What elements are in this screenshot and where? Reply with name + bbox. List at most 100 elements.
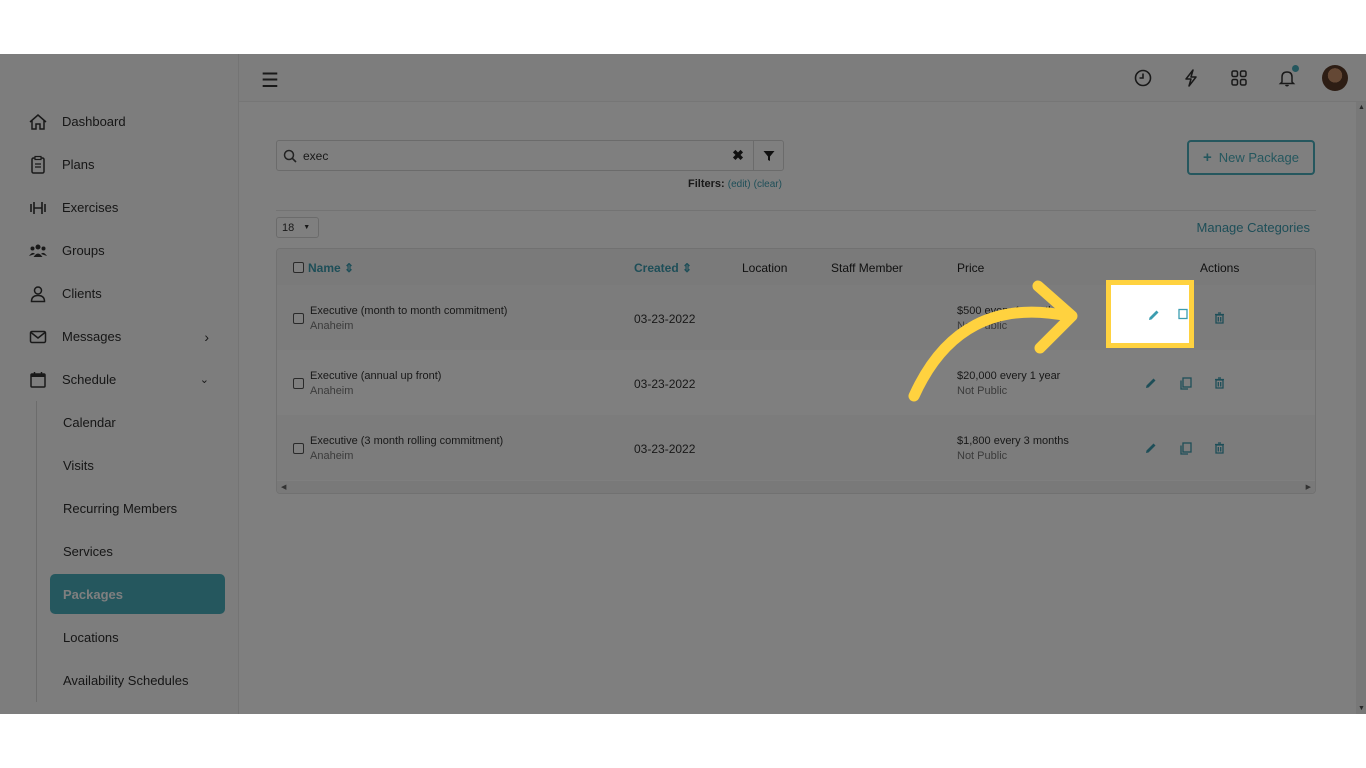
envelope-icon (28, 327, 48, 347)
caret-down-icon: ▼ (303, 224, 311, 231)
copy-icon[interactable] (1175, 373, 1195, 393)
row-checkbox[interactable] (293, 443, 304, 454)
sidebar-item-packages[interactable]: Packages (50, 574, 225, 614)
filters-label: Filters: (688, 178, 725, 190)
sidebar-item-visits[interactable]: Visits (37, 444, 239, 487)
row-checkbox[interactable] (293, 378, 304, 389)
edit-pencil-icon[interactable] (1144, 305, 1164, 325)
horizontal-scrollbar[interactable]: ◀ ▶ (277, 481, 1315, 493)
header-name[interactable]: Name ⇕ (293, 261, 354, 275)
chevron-down-icon: ⌄ (199, 374, 209, 386)
edit-pencil-icon[interactable] (1141, 373, 1161, 393)
per-page-value: 18 (282, 221, 295, 234)
filters-clear-link[interactable]: (clear) (754, 179, 782, 190)
hamburger-menu-icon[interactable]: ☰ (261, 68, 279, 93)
copy-icon[interactable] (1175, 438, 1195, 458)
row-actions (1141, 438, 1229, 458)
sidebar-item-label: Groups (62, 243, 105, 258)
header-created[interactable]: Created ⇕ (634, 261, 692, 275)
sidebar-item-label: Dashboard (62, 114, 126, 129)
package-created: 03-23-2022 (634, 377, 696, 391)
sidebar: Dashboard Plans Exercises Groups Clients… (0, 54, 239, 714)
header-location: Location (742, 261, 788, 275)
edit-pencil-icon[interactable] (1141, 438, 1161, 458)
package-price: $1,800 every 3 months (957, 435, 1069, 447)
clipboard-icon (28, 155, 48, 175)
manage-categories-link[interactable]: Manage Categories (1197, 220, 1310, 235)
package-name[interactable]: Executive (3 month rolling commitment) (310, 435, 503, 447)
apps-grid-icon[interactable] (1226, 65, 1252, 91)
scroll-down-icon[interactable]: ▼ (1358, 705, 1365, 712)
search-icon (277, 149, 303, 163)
trash-icon[interactable] (1209, 308, 1229, 328)
header-actions: Actions (1200, 261, 1240, 275)
per-page-select[interactable]: 18 ▼ (276, 217, 319, 238)
scroll-up-icon[interactable]: ▲ (1358, 104, 1365, 111)
avatar[interactable] (1322, 65, 1348, 91)
filters-edit-link[interactable]: (edit) (728, 179, 751, 190)
app-frame: Dashboard Plans Exercises Groups Clients… (0, 54, 1366, 714)
sidebar-item-recurring-members[interactable]: Recurring Members (37, 487, 239, 530)
sidebar-item-calendar[interactable]: Calendar (37, 401, 239, 444)
new-package-button[interactable]: + New Package (1187, 140, 1315, 175)
sidebar-item-label: Plans (62, 157, 95, 172)
clear-search-icon[interactable]: ✖ (723, 147, 753, 164)
dumbbell-icon (28, 198, 48, 218)
chevron-right-icon: › (204, 329, 209, 345)
table-row: Executive (annual up front) Anaheim 03-2… (277, 350, 1315, 415)
package-visibility: Not Public (957, 320, 1008, 332)
package-name[interactable]: Executive (month to month commitment) (310, 305, 507, 317)
top-icons (1130, 65, 1348, 91)
scroll-right-icon[interactable]: ▶ (1306, 483, 1311, 491)
table-row: Executive (3 month rolling commitment) A… (277, 415, 1315, 480)
group-icon (28, 241, 48, 261)
home-icon (28, 112, 48, 132)
user-avatar-image (1322, 65, 1348, 91)
notification-bell-icon[interactable] (1274, 65, 1300, 91)
search-box: ✖ (276, 140, 784, 171)
package-visibility: Not Public (957, 450, 1008, 462)
lightning-icon[interactable] (1178, 65, 1204, 91)
sidebar-item-label: Messages (62, 329, 122, 344)
sidebar-item-dashboard[interactable]: Dashboard (0, 100, 239, 143)
scroll-left-icon[interactable]: ◀ (281, 483, 286, 491)
row-checkbox[interactable] (293, 313, 304, 324)
trash-icon[interactable] (1209, 373, 1229, 393)
history-clock-icon[interactable] (1130, 65, 1156, 91)
sidebar-item-schedule[interactable]: Schedule ⌄ (0, 358, 239, 401)
sidebar-item-groups[interactable]: Groups (0, 229, 239, 272)
sidebar-item-label: Clients (62, 286, 102, 301)
package-location: Anaheim (310, 320, 354, 332)
top-bar: ☰ (239, 54, 1366, 102)
package-price: $20,000 every 1 year (957, 370, 1061, 382)
package-location: Anaheim (310, 450, 354, 462)
trash-icon[interactable] (1209, 438, 1229, 458)
row-actions (1141, 373, 1229, 393)
filter-icon[interactable] (753, 141, 783, 170)
sidebar-item-services[interactable]: Services (37, 530, 239, 573)
sidebar-item-label: Exercises (62, 200, 119, 215)
sidebar-item-availability-schedules[interactable]: Availability Schedules (37, 659, 239, 702)
sidebar-item-clients[interactable]: Clients (0, 272, 239, 315)
select-all-checkbox[interactable] (293, 262, 304, 273)
sidebar-item-plans[interactable]: Plans (0, 143, 239, 186)
sidebar-item-locations[interactable]: Locations (37, 616, 239, 659)
header-staff-member: Staff Member (831, 261, 903, 275)
package-visibility: Not Public (957, 385, 1008, 397)
sidebar-item-exercises[interactable]: Exercises (0, 186, 239, 229)
sidebar-item-label: Schedule (62, 372, 117, 387)
search-input[interactable] (303, 148, 723, 163)
schedule-submenu: Calendar Visits Recurring Members Servic… (36, 401, 239, 702)
sidebar-item-messages[interactable]: Messages › (0, 315, 239, 358)
divider (276, 210, 1316, 211)
calendar-icon (28, 370, 48, 390)
package-location: Anaheim (310, 385, 354, 397)
notification-dot (1292, 65, 1299, 72)
package-created: 03-23-2022 (634, 442, 696, 456)
header-name-label: Name ⇕ (308, 261, 355, 275)
vertical-scrollbar[interactable]: ▲ ▼ (1356, 102, 1366, 714)
copy-icon (1178, 305, 1190, 325)
new-package-label: New Package (1218, 150, 1299, 165)
sidebar-nav: Dashboard Plans Exercises Groups Clients… (0, 100, 239, 702)
package-name[interactable]: Executive (annual up front) (310, 370, 441, 382)
